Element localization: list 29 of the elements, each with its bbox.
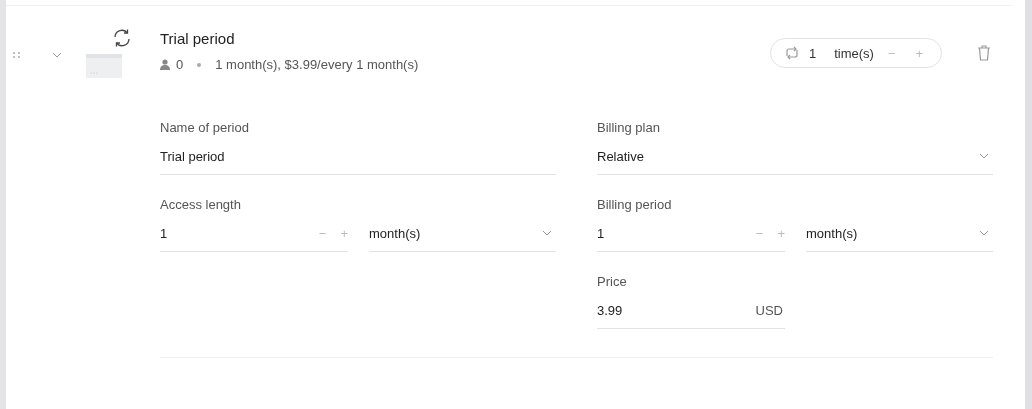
billing-plan-dropdown[interactable]: Relative xyxy=(597,138,993,175)
number-field[interactable]: 1 − + xyxy=(597,215,785,252)
field-label: Access length xyxy=(160,197,242,214)
number-field[interactable]: 1 − + xyxy=(160,215,348,252)
scrollbar[interactable] xyxy=(1025,0,1032,409)
unit-dropdown[interactable]: month(s) xyxy=(369,215,556,252)
chevron-down-icon xyxy=(542,230,552,236)
chevron-down-icon xyxy=(979,153,989,159)
repeat-unit: time(s) xyxy=(834,45,874,61)
period-summary: 1 month(s), $3.99/every 1 month(s) xyxy=(215,57,419,72)
unit-dropdown[interactable]: month(s) xyxy=(806,215,993,252)
chevron-down-icon xyxy=(979,230,989,236)
delete-icon[interactable] xyxy=(977,45,991,61)
repeat-count: 1 xyxy=(809,45,817,61)
member-count: 0 xyxy=(176,57,184,72)
price-field[interactable]: 3.99 USD xyxy=(597,292,785,329)
field-label: Billing plan xyxy=(597,120,661,137)
repeat-icon xyxy=(783,44,801,62)
chevron-icon[interactable] xyxy=(52,52,62,58)
name-field[interactable]: Trial period xyxy=(160,138,556,175)
person-icon xyxy=(160,59,170,70)
period-title: Trial period xyxy=(160,30,236,47)
field-label: Name of period xyxy=(160,120,250,137)
drag-handle-icon[interactable] xyxy=(13,52,21,58)
separator-dot-icon xyxy=(197,62,202,67)
field-label: Billing period xyxy=(597,197,673,214)
card-thumbnail-icon xyxy=(86,54,122,78)
refresh-icon xyxy=(112,28,132,48)
field-label: Price xyxy=(597,274,628,291)
